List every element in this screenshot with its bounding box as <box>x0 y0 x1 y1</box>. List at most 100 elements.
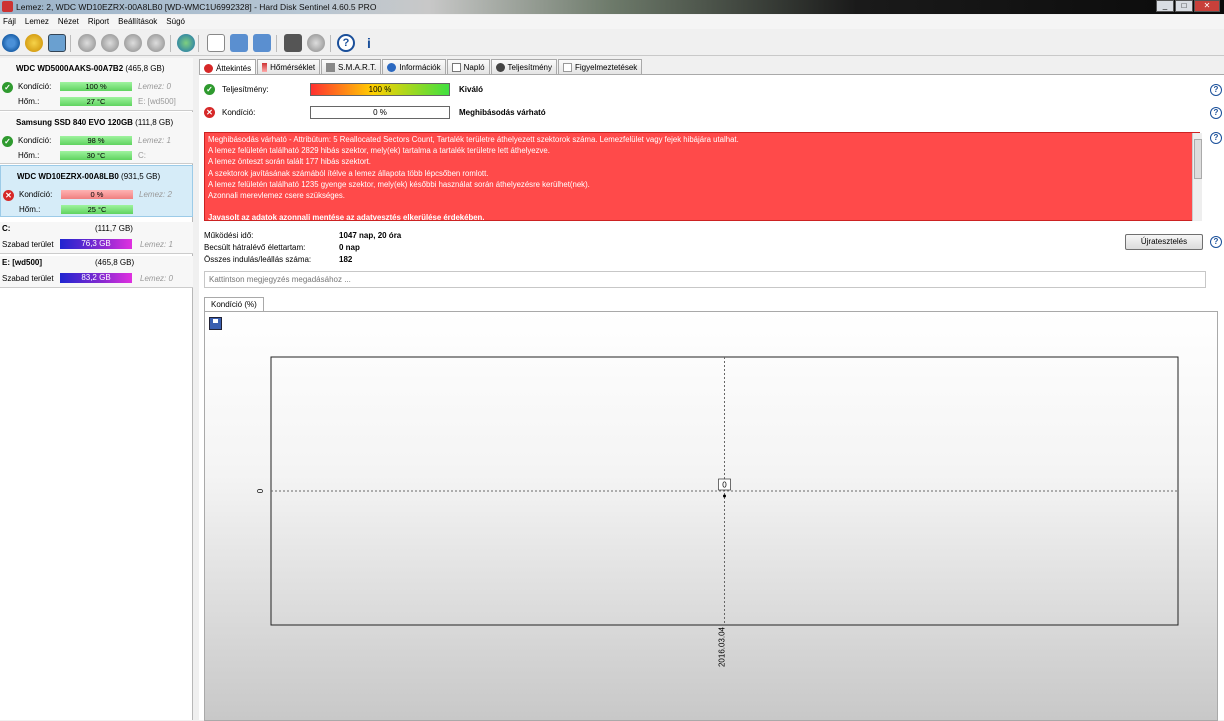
tab-alerts[interactable]: Figyelmeztetések <box>558 59 643 74</box>
health-bar: 98 % <box>60 136 132 145</box>
help-icon[interactable]: ? <box>1210 236 1222 248</box>
toolbar-separator <box>330 35 331 52</box>
globe-icon[interactable] <box>177 34 195 52</box>
alert-line: A szektorok javításának számából ítélve … <box>208 168 489 178</box>
disk-gray-icon[interactable] <box>101 34 119 52</box>
disk-gray-icon[interactable] <box>78 34 96 52</box>
disk-dark-icon[interactable] <box>307 34 325 52</box>
volume-disk: Lemez: 0 <box>140 274 173 283</box>
help-icon[interactable]: ? <box>1210 84 1222 96</box>
retest-button[interactable]: Újratesztelés <box>1125 234 1203 250</box>
alert-line: Azonnali merevlemez csere szükséges. <box>208 191 345 201</box>
health-bar: 100 % <box>60 82 132 91</box>
scrollbar-thumb[interactable] <box>1194 139 1202 179</box>
toolbar-separator <box>70 35 71 52</box>
sync-icon[interactable] <box>230 34 248 52</box>
remaining-life-label: Becsült hátralévő élettartam: <box>204 243 306 252</box>
alert-scrollbar[interactable] <box>1192 133 1202 221</box>
volume-name: C: <box>2 224 11 233</box>
start-stop-value: 182 <box>339 255 353 264</box>
disk-item-1[interactable]: Samsung SSD 840 EVO 120GB (111,8 GB) ✓ K… <box>0 112 193 164</box>
alert-line: Meghibásodás várható - Attribútum: 5 Rea… <box>208 135 739 144</box>
tab-temperature[interactable]: Hőmérséklet <box>257 59 321 74</box>
status-error-icon: ✕ <box>204 107 215 118</box>
maximize-button[interactable]: □ <box>1175 0 1193 12</box>
tab-overview[interactable]: Áttekintés <box>199 59 257 75</box>
remaining-life-value: 0 nap <box>339 243 360 252</box>
volume-item-e[interactable]: E: [wd500] (465,8 GB) Szabad terület 83,… <box>0 256 193 288</box>
log-icon <box>451 63 461 72</box>
chart-tab-condition[interactable]: Kondíció (%) <box>204 297 264 312</box>
data-point <box>723 494 726 498</box>
menu-disk[interactable]: Lemez <box>22 15 55 29</box>
health-bar: 0 % <box>61 190 133 199</box>
tab-information[interactable]: Információk <box>382 59 446 74</box>
condition-chart: 0 0 2016.03.04 <box>256 356 1179 667</box>
temp-bar: 30 °C <box>60 151 132 160</box>
disk-size: (931,5 GB) <box>121 172 161 181</box>
x-tick-label: 2016.03.04 <box>718 626 727 667</box>
menu-help[interactable]: Súgó <box>163 15 191 29</box>
temp-label: Hőm.: <box>19 205 41 214</box>
alert-line: A lemez felületén található 1235 gyenge … <box>208 179 590 189</box>
toolbar-separator <box>276 35 277 52</box>
condition-bar: 0 % <box>310 106 450 119</box>
disk-size: (465,8 GB) <box>125 64 165 73</box>
start-stop-label: Összes indulás/leállás száma: <box>204 255 312 264</box>
network-icon[interactable] <box>253 34 271 52</box>
menu-settings[interactable]: Beállítások <box>115 15 163 29</box>
report-icon[interactable] <box>284 34 302 52</box>
y-tick-label: 0 <box>256 488 265 493</box>
toolbar-separator <box>170 35 171 52</box>
uptime-label: Működési idő: <box>204 231 254 240</box>
alert-icon[interactable] <box>25 34 43 52</box>
disk-name: Samsung SSD 840 EVO 120GB <box>16 118 133 127</box>
close-button[interactable]: ✕ <box>1194 0 1220 12</box>
temp-label: Hőm.: <box>18 97 40 106</box>
disk-gray-icon[interactable] <box>124 34 142 52</box>
disk-item-0[interactable]: WDC WD5000AAKS-00A7B2 (465,8 GB) ✓ Kondí… <box>0 58 193 111</box>
volume-disk: Lemez: 1 <box>140 240 173 249</box>
menu-file[interactable]: Fájl <box>0 15 22 29</box>
toolbar-separator <box>198 35 199 52</box>
status-error-icon: ✕ <box>3 190 14 201</box>
disk-number: Lemez: 1 <box>138 136 171 145</box>
free-space-label: Szabad terület <box>2 274 54 283</box>
overview-panel: ✓ Teljesítmény: 100 % Kiváló ? ✕ Kondíci… <box>199 74 1224 721</box>
volume-item-c[interactable]: C: (111,7 GB) Szabad terület 76,3 GB Lem… <box>0 222 193 254</box>
note-input[interactable] <box>204 271 1206 288</box>
window-title: Lemez: 2, WDC WD10EZRX-00A8LB0 [WD-WMC1U… <box>16 2 377 12</box>
status-ok-icon: ✓ <box>204 84 215 95</box>
temp-bar: 27 °C <box>60 97 132 106</box>
menu-report[interactable]: Riport <box>85 15 115 29</box>
condition-verdict: Meghibásodás várható <box>459 108 546 117</box>
info-icon <box>387 63 397 72</box>
temp-bar: 25 °C <box>61 205 133 214</box>
app-icon <box>2 1 13 12</box>
volume-size: (111,7 GB) <box>95 224 133 233</box>
document-icon[interactable] <box>207 34 225 52</box>
refresh-icon[interactable] <box>2 34 20 52</box>
free-space-bar: 83,2 GB <box>60 273 132 283</box>
help-icon[interactable]: ? <box>1210 132 1222 144</box>
disk-gray-icon[interactable] <box>147 34 165 52</box>
tab-log[interactable]: Napló <box>446 59 490 74</box>
disk-number: Lemez: 0 <box>138 82 171 91</box>
menu-view[interactable]: Nézet <box>55 15 85 29</box>
menu-bar: Fájl Lemez Nézet Riport Beállítások Súgó <box>0 15 1224 29</box>
disk-item-2[interactable]: WDC WD10EZRX-00A8LB0 (931,5 GB) ✕ Kondíc… <box>0 165 193 217</box>
chart-panel: 0 0 2016.03.04 <box>204 311 1218 721</box>
disk-name: WDC WD5000AAKS-00A7B2 <box>16 64 124 73</box>
help-icon[interactable]: ? <box>1210 107 1222 119</box>
health-label: Kondíció: <box>18 136 52 145</box>
minimize-button[interactable]: _ <box>1156 0 1174 12</box>
thermometer-icon <box>262 63 268 72</box>
help-icon[interactable]: ? <box>337 34 355 52</box>
disk-size: (111,8 GB) <box>135 118 174 127</box>
screen-icon[interactable] <box>48 34 66 52</box>
tab-performance[interactable]: Teljesítmény <box>490 59 558 74</box>
disk-number: Lemez: 2 <box>139 190 172 199</box>
info-icon[interactable]: i <box>360 34 378 52</box>
tab-smart[interactable]: S.M.A.R.T. <box>321 59 382 74</box>
disk-volume: C: <box>138 151 146 160</box>
